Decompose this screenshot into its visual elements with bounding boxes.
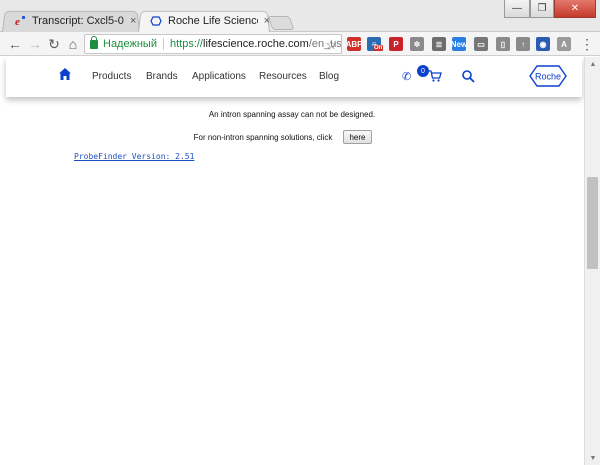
window-controls: — ❐ ✕	[504, 0, 596, 18]
puzzle-extension-icon[interactable]: ✲	[410, 37, 424, 51]
pinterest-extension-icon[interactable]: P	[389, 37, 403, 51]
home-button-icon[interactable]: ⌂	[64, 35, 82, 53]
url-scheme: https://	[169, 38, 203, 50]
url-host: lifescience.roche.com	[203, 38, 309, 50]
maximize-button[interactable]: ❐	[530, 0, 554, 18]
scroll-up-arrow-icon[interactable]: ▲	[585, 57, 600, 71]
tab-title: Roche Life Science | Prob	[168, 15, 258, 27]
new-tab-button[interactable]	[267, 16, 295, 30]
cart-count-badge: 0	[417, 65, 429, 77]
search-icon[interactable]	[461, 69, 475, 83]
roche-logo-text: Roche	[535, 72, 561, 82]
browser-toolbar: ← → ↻ ⌂ Надежный https:// lifescience.ro…	[0, 32, 600, 56]
page-extension-icon[interactable]: ▯	[496, 37, 510, 51]
acrobat-extension-icon[interactable]: A	[557, 37, 571, 51]
tab-close-icon[interactable]: ×	[130, 15, 136, 27]
location-extension-icon[interactable]: ◉	[536, 37, 550, 51]
news-badge: On	[373, 45, 384, 51]
tab-transcript[interactable]: e Transcript: Cxcl5-001 (EN ×	[2, 10, 140, 32]
secure-label: Надежный	[103, 38, 157, 50]
phone-icon[interactable]: ✆	[402, 70, 411, 83]
vertical-scrollbar[interactable]: ▲ ▼	[584, 57, 600, 465]
browser-titlebar: e Transcript: Cxcl5-001 (EN × Roche Life…	[0, 0, 600, 32]
scroll-thumb[interactable]	[587, 177, 598, 269]
lock-icon	[90, 35, 98, 49]
site-header: Products Brands Applications Resources B…	[6, 57, 582, 97]
nav-products[interactable]: Products	[92, 71, 131, 82]
nav-applications[interactable]: Applications	[192, 71, 246, 82]
probefinder-version-link[interactable]: ProbeFinder Version: 2.51	[74, 152, 194, 161]
svg-text:e: e	[15, 16, 20, 27]
nav-blog[interactable]: Blog	[319, 71, 339, 82]
tab-roche[interactable]: Roche Life Science | Prob ×	[138, 10, 270, 32]
roche-favicon-icon	[150, 16, 162, 26]
minimize-button[interactable]: —	[504, 0, 530, 18]
here-button[interactable]: here	[343, 130, 372, 144]
bookmark-star-icon[interactable]: ☆	[325, 37, 337, 53]
intron-message: An intron spanning assay can not be desi…	[208, 110, 376, 119]
nav-brands[interactable]: Brands	[146, 71, 178, 82]
home-icon[interactable]	[58, 67, 72, 81]
cart-icon[interactable]	[428, 69, 442, 83]
back-arrow-icon[interactable]: ←	[6, 35, 24, 53]
page-viewport: Products Brands Applications Resources B…	[0, 57, 584, 465]
close-window-button[interactable]: ✕	[554, 0, 596, 18]
scroll-down-arrow-icon[interactable]: ▼	[585, 451, 600, 465]
new-extension-icon[interactable]: New	[451, 37, 467, 51]
browser-menu-icon[interactable]: ⋮	[580, 36, 594, 53]
address-bar[interactable]: Надежный https:// lifescience.roche.com …	[84, 34, 342, 54]
ensembl-e-icon: e	[15, 15, 26, 27]
abp-extension-icon[interactable]: ABP	[346, 37, 362, 51]
non-intron-message: For non-intron spanning solutions, click	[193, 133, 333, 142]
reload-icon[interactable]: ↻	[45, 35, 63, 53]
forward-arrow-icon[interactable]: →	[26, 35, 44, 53]
news-extension-icon[interactable]: ≡ On	[367, 37, 384, 51]
omnibox-divider	[162, 38, 164, 50]
roche-logo[interactable]: Roche	[528, 64, 568, 88]
cast-extension-icon[interactable]: ▭	[474, 37, 488, 51]
tab-title: Transcript: Cxcl5-001 (EN	[32, 15, 124, 27]
upload-extension-icon[interactable]: ↑	[516, 37, 530, 51]
nav-resources[interactable]: Resources	[259, 71, 307, 82]
readlater-extension-icon[interactable]: ≣	[432, 37, 446, 51]
